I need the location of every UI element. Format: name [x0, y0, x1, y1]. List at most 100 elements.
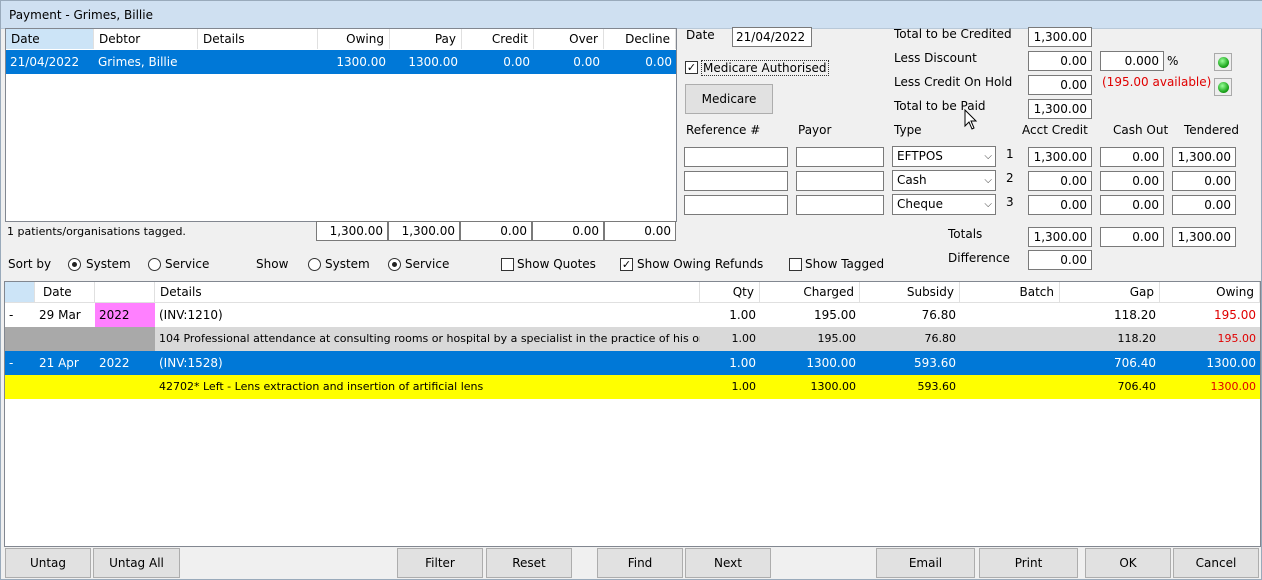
total-credited-field: 1,300.00	[1028, 27, 1092, 47]
find-button[interactable]: Find	[597, 548, 683, 578]
email-button[interactable]: Email	[876, 548, 975, 578]
show-quotes-label[interactable]: Show Quotes	[517, 257, 596, 271]
total-decline: 0.00	[604, 221, 676, 241]
col-charged[interactable]: Charged	[760, 282, 860, 302]
col-pay[interactable]: Pay	[390, 29, 462, 49]
table-row[interactable]: - 21 Apr 2022 (INV:1528) 1.00 1300.00 59…	[5, 351, 1260, 375]
show-service-radio[interactable]	[388, 258, 401, 271]
reference-input-2[interactable]	[684, 171, 788, 191]
cancel-button[interactable]: Cancel	[1173, 548, 1259, 578]
tendered-3[interactable]: 0.00	[1172, 195, 1236, 215]
reference-input-1[interactable]	[684, 147, 788, 167]
cash-out-1[interactable]: 0.00	[1100, 147, 1164, 167]
col-subsidy[interactable]: Subsidy	[860, 282, 960, 302]
payor-input-1[interactable]	[796, 147, 884, 167]
show-quotes-checkbox[interactable]	[501, 258, 514, 271]
row-details: (INV:1210)	[159, 308, 223, 322]
col-owing[interactable]: Owing	[1160, 282, 1260, 302]
col-date[interactable]: Date	[6, 29, 94, 49]
col-credit[interactable]: Credit	[462, 29, 534, 49]
total-credit: 0.00	[460, 221, 532, 241]
table-row[interactable]: 104 Professional attendance at consultin…	[5, 327, 1260, 351]
ok-button[interactable]: OK	[1085, 548, 1171, 578]
reset-button[interactable]: Reset	[486, 548, 572, 578]
row-date: 29 Mar	[39, 308, 81, 322]
show-service-label[interactable]: Service	[405, 257, 449, 271]
col-gap[interactable]: Gap	[1060, 282, 1160, 302]
row-gap: 118.20	[1117, 332, 1157, 345]
row-owing: 1300.00	[1210, 380, 1257, 393]
less-discount-field[interactable]: 0.00	[1028, 51, 1092, 71]
row-details: 42702* Left - Lens extraction and insert…	[159, 380, 484, 393]
debtor-name: Grimes, Billie	[98, 55, 178, 69]
mouse-cursor-icon	[964, 109, 978, 130]
sort-service-radio[interactable]	[148, 258, 161, 271]
row-gap: 118.20	[1114, 308, 1156, 322]
next-button[interactable]: Next	[685, 548, 771, 578]
debtor-grid[interactable]: Date Debtor Details Owing Pay Credit Ove…	[5, 28, 677, 222]
sort-system-radio[interactable]	[68, 258, 81, 271]
col-decline[interactable]: Decline	[604, 29, 676, 49]
discount-percent-field[interactable]: 0.000	[1100, 51, 1164, 71]
date-input[interactable]: 21/04/2022	[732, 27, 812, 47]
percent-sign: %	[1167, 54, 1179, 68]
show-tagged-label[interactable]: Show Tagged	[805, 257, 884, 271]
col-owing[interactable]: Owing	[318, 29, 390, 49]
col-mark[interactable]	[5, 282, 35, 302]
show-tagged-checkbox[interactable]	[789, 258, 802, 271]
row-batch	[960, 375, 1060, 399]
type-select-3[interactable]: Cheque ⌵	[892, 194, 996, 215]
col-details[interactable]: Details	[155, 282, 700, 302]
table-row[interactable]: - 29 Mar 2022 (INV:1210) 1.00 195.00 76.…	[5, 303, 1260, 327]
show-owing-refunds-label[interactable]: Show Owing Refunds	[637, 257, 763, 271]
col-qty[interactable]: Qty	[700, 282, 760, 302]
medicare-authorised-checkbox[interactable]: ✓	[685, 61, 698, 74]
acct-credit-3[interactable]: 0.00	[1028, 195, 1092, 215]
sort-system-label[interactable]: System	[86, 257, 131, 271]
credit-info-icon[interactable]	[1214, 78, 1232, 96]
col-year[interactable]	[95, 282, 155, 302]
cash-out-3[interactable]: 0.00	[1100, 195, 1164, 215]
discount-info-icon[interactable]	[1214, 53, 1232, 71]
col-batch[interactable]: Batch	[960, 282, 1060, 302]
type-select-2[interactable]: Cash ⌵	[892, 170, 996, 191]
totals-cash-out: 0.00	[1100, 227, 1164, 247]
medicare-button[interactable]: Medicare	[685, 84, 773, 114]
show-system-radio[interactable]	[308, 258, 321, 271]
tendered-2[interactable]: 0.00	[1172, 171, 1236, 191]
untag-button[interactable]: Untag	[5, 548, 91, 578]
filter-button[interactable]: Filter	[397, 548, 483, 578]
col-debtor[interactable]: Debtor	[94, 29, 198, 49]
tendered-1[interactable]: 1,300.00	[1172, 147, 1236, 167]
show-system-label[interactable]: System	[325, 257, 370, 271]
chevron-down-icon: ⌵	[984, 151, 992, 162]
untag-all-button[interactable]: Untag All	[93, 548, 180, 578]
items-grid[interactable]: Date Details Qty Charged Subsidy Batch G…	[4, 281, 1261, 547]
reference-input-3[interactable]	[684, 195, 788, 215]
type-value-2: Cash	[897, 173, 927, 187]
col-date[interactable]: Date	[35, 282, 95, 302]
acct-credit-1[interactable]: 1,300.00	[1028, 147, 1092, 167]
items-grid-header: Date Details Qty Charged Subsidy Batch G…	[5, 282, 1260, 303]
payor-input-2[interactable]	[796, 171, 884, 191]
debtor-date: 21/04/2022	[10, 55, 80, 69]
debtor-row[interactable]: 21/04/2022 Grimes, Billie 1300.00 1300.0…	[6, 50, 676, 74]
show-owing-refunds-checkbox[interactable]: ✓	[620, 258, 633, 271]
less-credit-hold-field[interactable]: 0.00	[1028, 75, 1092, 95]
cash-out-2[interactable]: 0.00	[1100, 171, 1164, 191]
row-owing: 195.00	[1214, 308, 1256, 322]
medicare-authorised-label[interactable]: Medicare Authorised	[701, 60, 829, 76]
payor-input-3[interactable]	[796, 195, 884, 215]
col-over[interactable]: Over	[534, 29, 604, 49]
type-select-1[interactable]: EFTPOS ⌵	[892, 146, 996, 167]
col-details[interactable]: Details	[198, 29, 318, 49]
sort-service-label[interactable]: Service	[165, 257, 209, 271]
total-over: 0.00	[532, 221, 604, 241]
row-number-1: 1	[1006, 147, 1014, 161]
total-pay: 1,300.00	[388, 221, 460, 241]
reference-header: Reference #	[686, 123, 761, 137]
acct-credit-2[interactable]: 0.00	[1028, 171, 1092, 191]
table-row[interactable]: 42702* Left - Lens extraction and insert…	[5, 375, 1260, 399]
print-button[interactable]: Print	[979, 548, 1078, 578]
row-gap: 706.40	[1117, 380, 1157, 393]
